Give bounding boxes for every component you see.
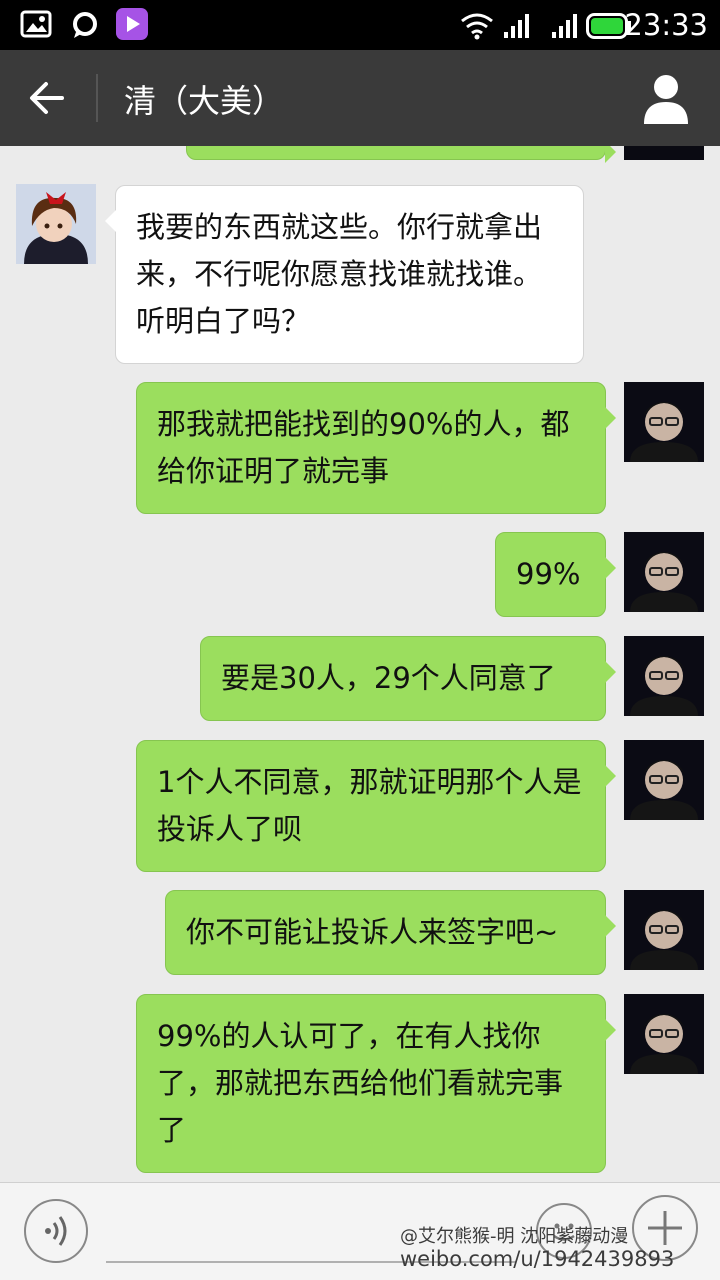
- contact-avatar[interactable]: [16, 184, 96, 264]
- message-bubble-incoming[interactable]: 我要的东西就这些。你行就拿出来，不行呢你愿意找谁就找谁。听明白了吗？: [105, 185, 584, 364]
- message-bubble-outgoing[interactable]: 99%: [495, 532, 616, 617]
- message-bubble-outgoing[interactable]: 要是30人，29个人同意了: [200, 636, 616, 721]
- chat-notification-icon: [73, 12, 97, 38]
- message-text: 99%的人认可了，在有人找你了，那就把东西给他们看就完事了: [157, 1019, 564, 1147]
- gallery-icon: [20, 10, 52, 38]
- my-avatar[interactable]: [624, 146, 704, 160]
- my-avatar[interactable]: [624, 994, 704, 1074]
- message-bubble-outgoing[interactable]: [186, 146, 616, 163]
- voice-button[interactable]: [24, 1199, 88, 1263]
- signal-2-icon: [552, 14, 577, 38]
- clock-time: 23:33: [624, 8, 708, 42]
- my-avatar[interactable]: [624, 532, 704, 612]
- chat-message-list[interactable]: 我要的东西就这些。你行就拿出来，不行呢你愿意找谁就找谁。听明白了吗？ 那我就把能…: [0, 146, 720, 1182]
- header-divider: [96, 74, 98, 122]
- signal-1-icon: [504, 14, 529, 38]
- person-icon: [644, 75, 688, 124]
- message-input-bar: @艾尔熊猴-明 沈阳紫藤动漫 weibo.com/u/1942439893: [0, 1182, 720, 1280]
- wifi-icon: [461, 13, 493, 40]
- message-text: 99%: [516, 557, 581, 591]
- voice-icon: [45, 1216, 67, 1246]
- message-text: 我要的东西就这些。你行就拿出来，不行呢你愿意找谁就找谁。听明白了吗？: [136, 210, 543, 338]
- my-avatar[interactable]: [624, 382, 704, 462]
- watermark-url: weibo.com/u/1942439893: [400, 1247, 675, 1271]
- my-avatar[interactable]: [624, 636, 704, 716]
- my-avatar[interactable]: [624, 890, 704, 970]
- message-bubble-outgoing[interactable]: 那我就把能找到的90%的人，都给你证明了就完事: [136, 382, 616, 514]
- back-arrow-icon: [30, 82, 64, 114]
- message-text: 那我就把能找到的90%的人，都给你证明了就完事: [157, 407, 570, 488]
- my-avatar[interactable]: [624, 740, 704, 820]
- video-app-icon: [116, 8, 148, 40]
- message-text: 要是30人，29个人同意了: [221, 661, 556, 695]
- chat-title: 清（大美）: [124, 82, 285, 120]
- back-button[interactable]: [18, 70, 80, 126]
- watermark-handle: @艾尔熊猴-明 沈阳紫藤动漫: [400, 1226, 629, 1247]
- watermark: @艾尔熊猴-明 沈阳紫藤动漫 weibo.com/u/1942439893: [400, 1225, 716, 1271]
- message-text: 你不可能让投诉人来签字吧~: [186, 915, 559, 949]
- message-bubble-outgoing[interactable]: 99%的人认可了，在有人找你了，那就把东西给他们看就完事了: [136, 994, 616, 1173]
- chat-header: 清（大美）: [0, 50, 720, 146]
- status-bar: 23:33: [0, 0, 720, 50]
- message-bubble-outgoing[interactable]: 1个人不同意，那就证明那个人是投诉人了呗: [136, 740, 616, 872]
- message-text: 1个人不同意，那就证明那个人是投诉人了呗: [157, 765, 582, 846]
- profile-button[interactable]: [636, 68, 696, 128]
- message-bubble-outgoing[interactable]: 你不可能让投诉人来签字吧~: [165, 890, 616, 975]
